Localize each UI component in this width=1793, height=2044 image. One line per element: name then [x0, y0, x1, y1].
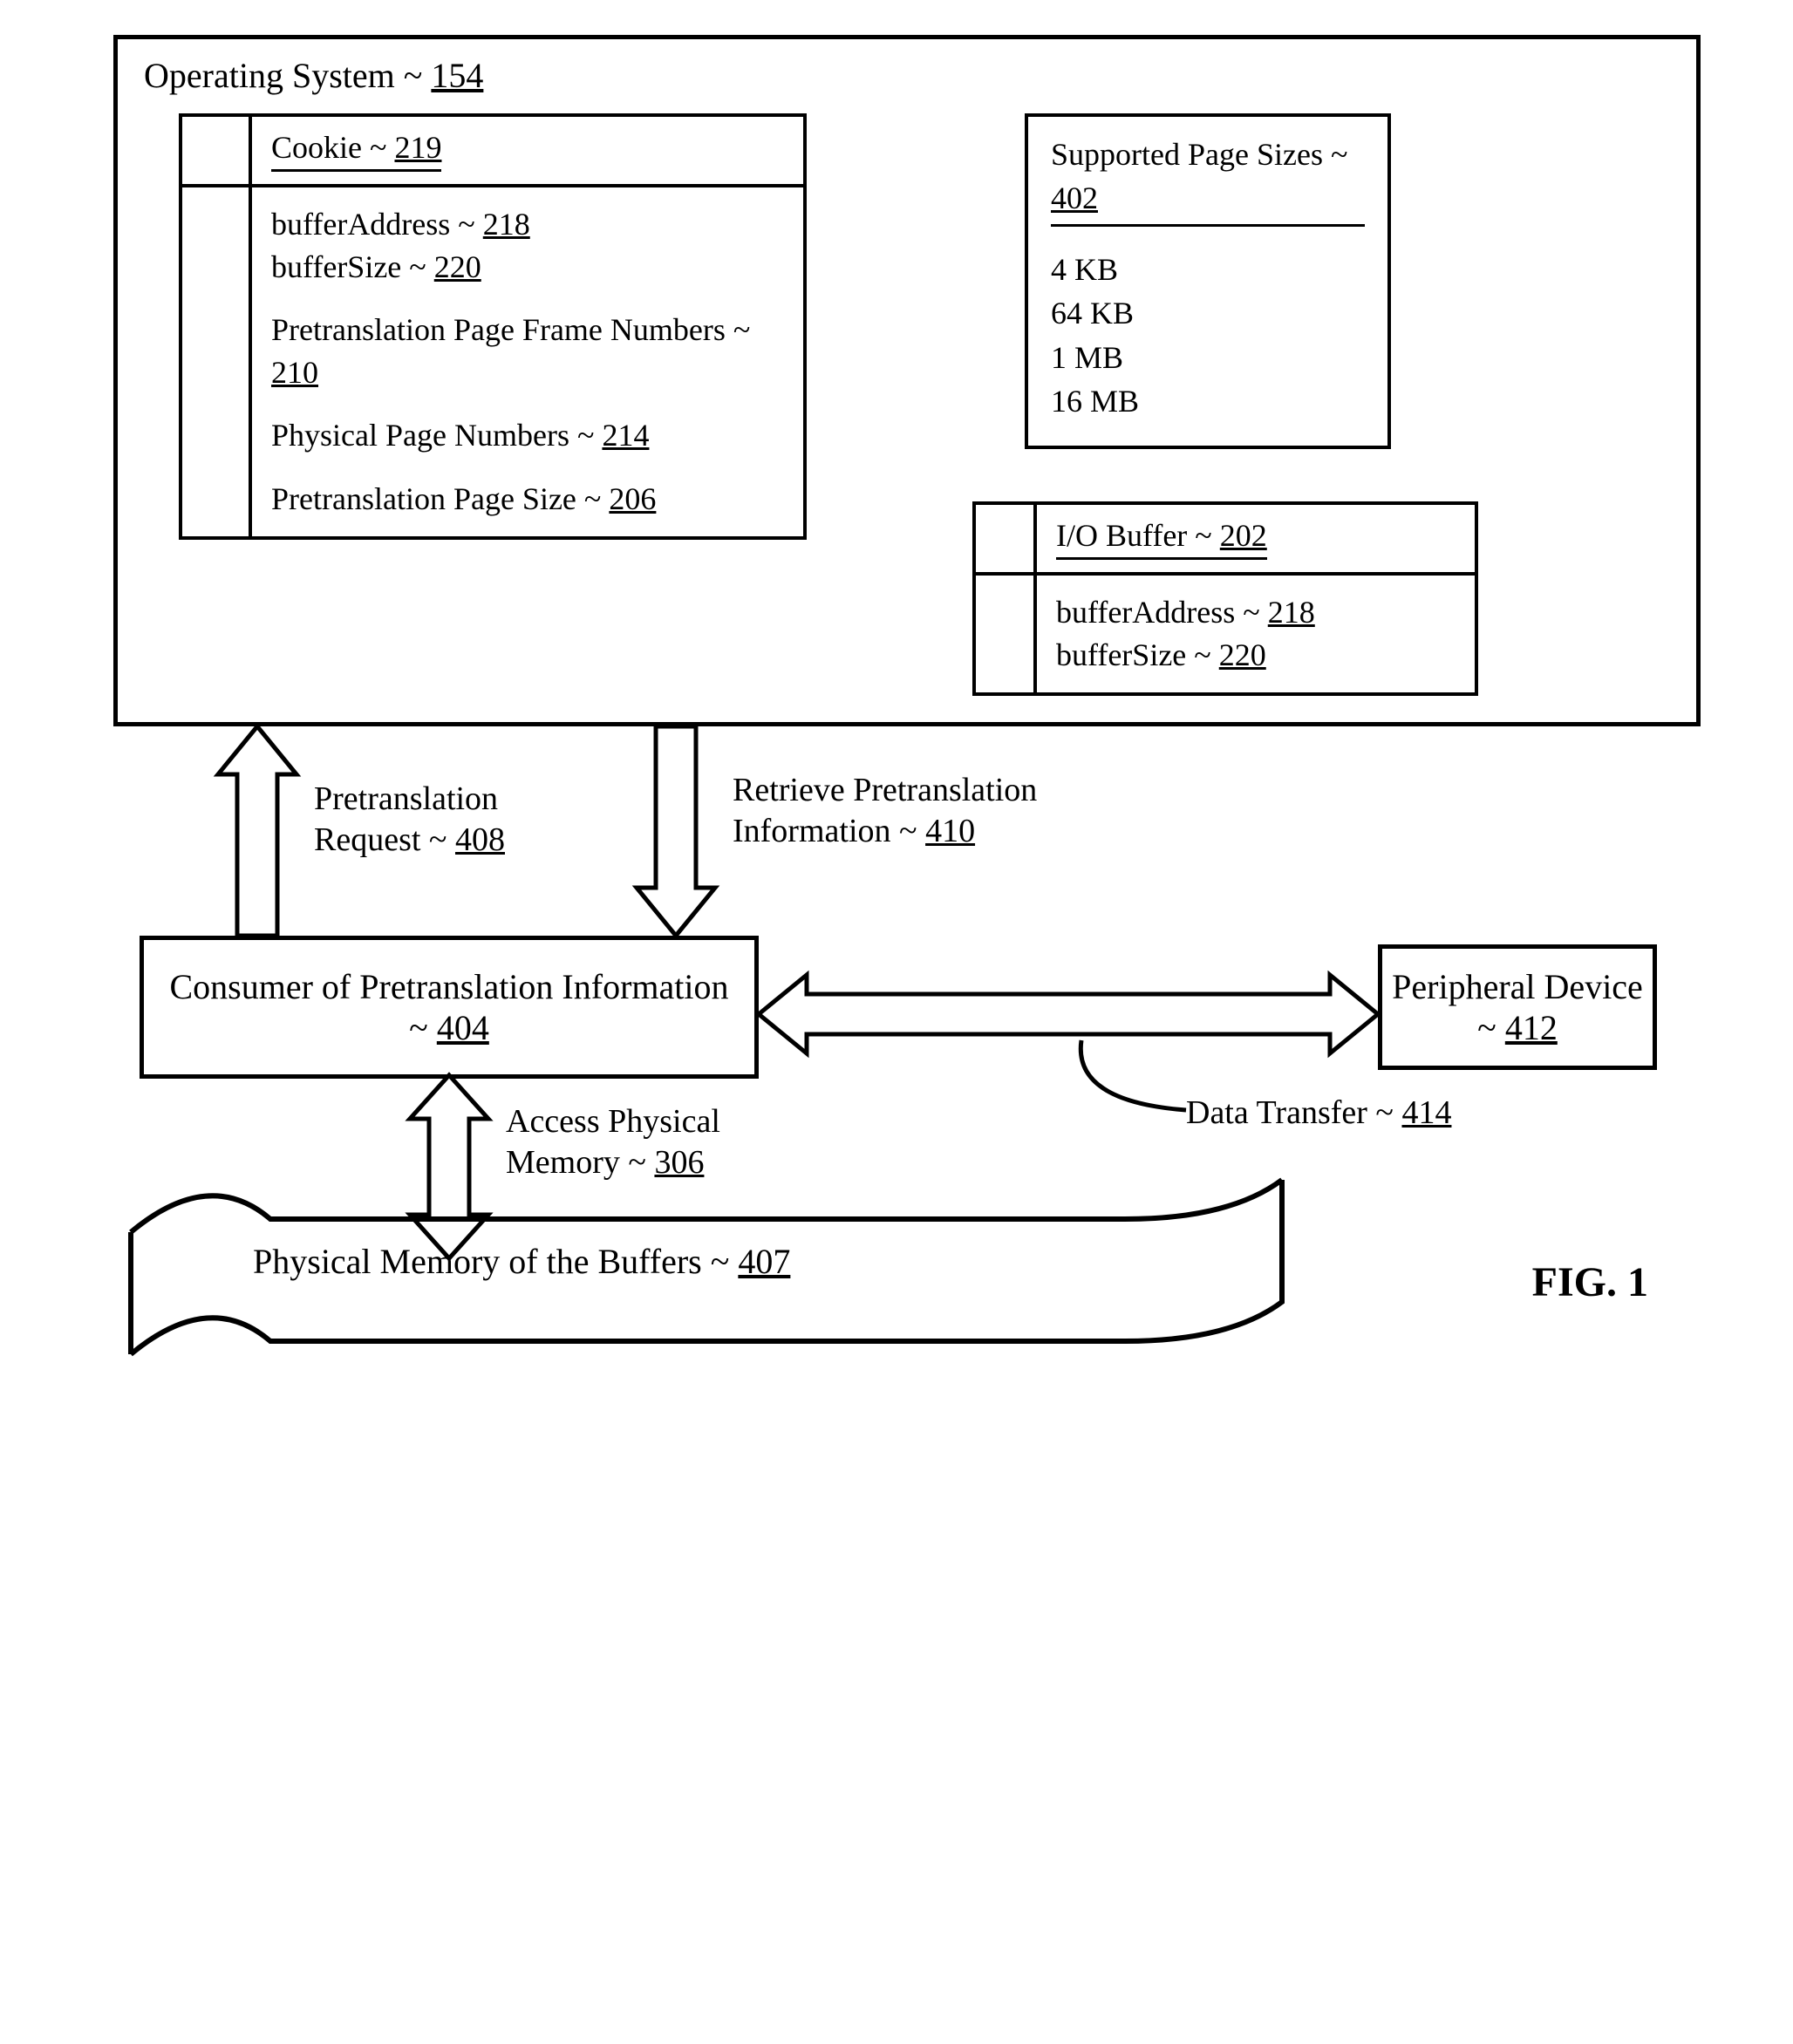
io-buffer-title: I/O Buffer ~ 202: [1037, 505, 1475, 572]
cookie-body: bufferAddress ~ 218 bufferSize ~ 220 Pre…: [182, 187, 803, 536]
cookie-item: bufferAddress ~ 218: [271, 203, 784, 246]
io-buffer-item: bufferAddress ~ 218: [1056, 591, 1456, 634]
cookie-body-tab: [182, 187, 252, 536]
pretrans-req-label: Pretranslation Request ~ 408: [314, 779, 576, 862]
io-buffer-content: bufferAddress ~ 218 bufferSize ~ 220: [1037, 576, 1475, 692]
cookie-title: Cookie ~ 219: [252, 117, 803, 184]
cookie-box: Cookie ~ 219 bufferAddress ~ 218 bufferS…: [179, 113, 807, 540]
io-buffer-box: I/O Buffer ~ 202 bufferAddress ~ 218 buf…: [972, 501, 1478, 695]
page-size-value: 16 MB: [1051, 379, 1365, 423]
io-buffer-header-tab: [976, 505, 1037, 572]
arrow-up-icon: [218, 726, 297, 936]
io-buffer-item: bufferSize ~ 220: [1056, 634, 1456, 677]
consumer-box: Consumer of Pretranslation Information ~…: [140, 936, 759, 1079]
cookie-item: Pretranslation Page Frame Numbers ~ 210: [271, 309, 784, 393]
arrow-down-icon: [637, 726, 715, 936]
cookie-item: Pretranslation Page Size ~ 206: [271, 478, 784, 521]
figure-label: FIG. 1: [1532, 1258, 1648, 1306]
peripheral-box: Peripheral Device ~ 412: [1378, 944, 1657, 1070]
cookie-item: Physical Page Numbers ~ 214: [271, 414, 784, 457]
cookie-title-text: Cookie ~: [271, 130, 394, 165]
page-sizes-title: Supported Page Sizes ~ 402: [1051, 133, 1365, 227]
cookie-item: bufferSize ~ 220: [271, 246, 784, 289]
os-inner-row: Cookie ~ 219 bufferAddress ~ 218 bufferS…: [144, 113, 1670, 696]
data-transfer-label: Data Transfer ~ 414: [1186, 1093, 1483, 1134]
cookie-content: bufferAddress ~ 218 bufferSize ~ 220 Pre…: [252, 187, 803, 536]
os-title-ref: 154: [431, 56, 483, 95]
page-size-value: 64 KB: [1051, 291, 1365, 335]
cookie-header-tab: [182, 117, 252, 184]
page-size-value: 1 MB: [1051, 336, 1365, 379]
os-title-text: Operating System ~: [144, 56, 431, 95]
io-buffer-body-tab: [976, 576, 1037, 692]
cookie-header-row: Cookie ~ 219: [182, 117, 803, 187]
operating-system-box: Operating System ~ 154 Cookie ~ 219 buff…: [113, 35, 1701, 726]
page-sizes-box: Supported Page Sizes ~ 402 4 KB 64 KB 1 …: [1025, 113, 1391, 449]
os-title: Operating System ~ 154: [144, 55, 1670, 96]
right-column: Supported Page Sizes ~ 402 4 KB 64 KB 1 …: [859, 113, 1670, 696]
below-area: Pretranslation Request ~ 408 Retrieve Pr…: [113, 726, 1701, 1372]
page-size-value: 4 KB: [1051, 248, 1365, 291]
access-mem-label: Access Physical Memory ~ 306: [506, 1101, 785, 1184]
cookie-column: Cookie ~ 219 bufferAddress ~ 218 bufferS…: [179, 113, 807, 540]
phys-mem-label: Physical Memory of the Buffers ~ 407: [253, 1241, 790, 1282]
cookie-title-ref: 219: [394, 130, 441, 165]
io-buffer-body: bufferAddress ~ 218 bufferSize ~ 220: [976, 576, 1475, 692]
retrieve-label: Retrieve Pretranslation Information ~ 41…: [733, 770, 1108, 853]
io-buffer-header-row: I/O Buffer ~ 202: [976, 505, 1475, 576]
